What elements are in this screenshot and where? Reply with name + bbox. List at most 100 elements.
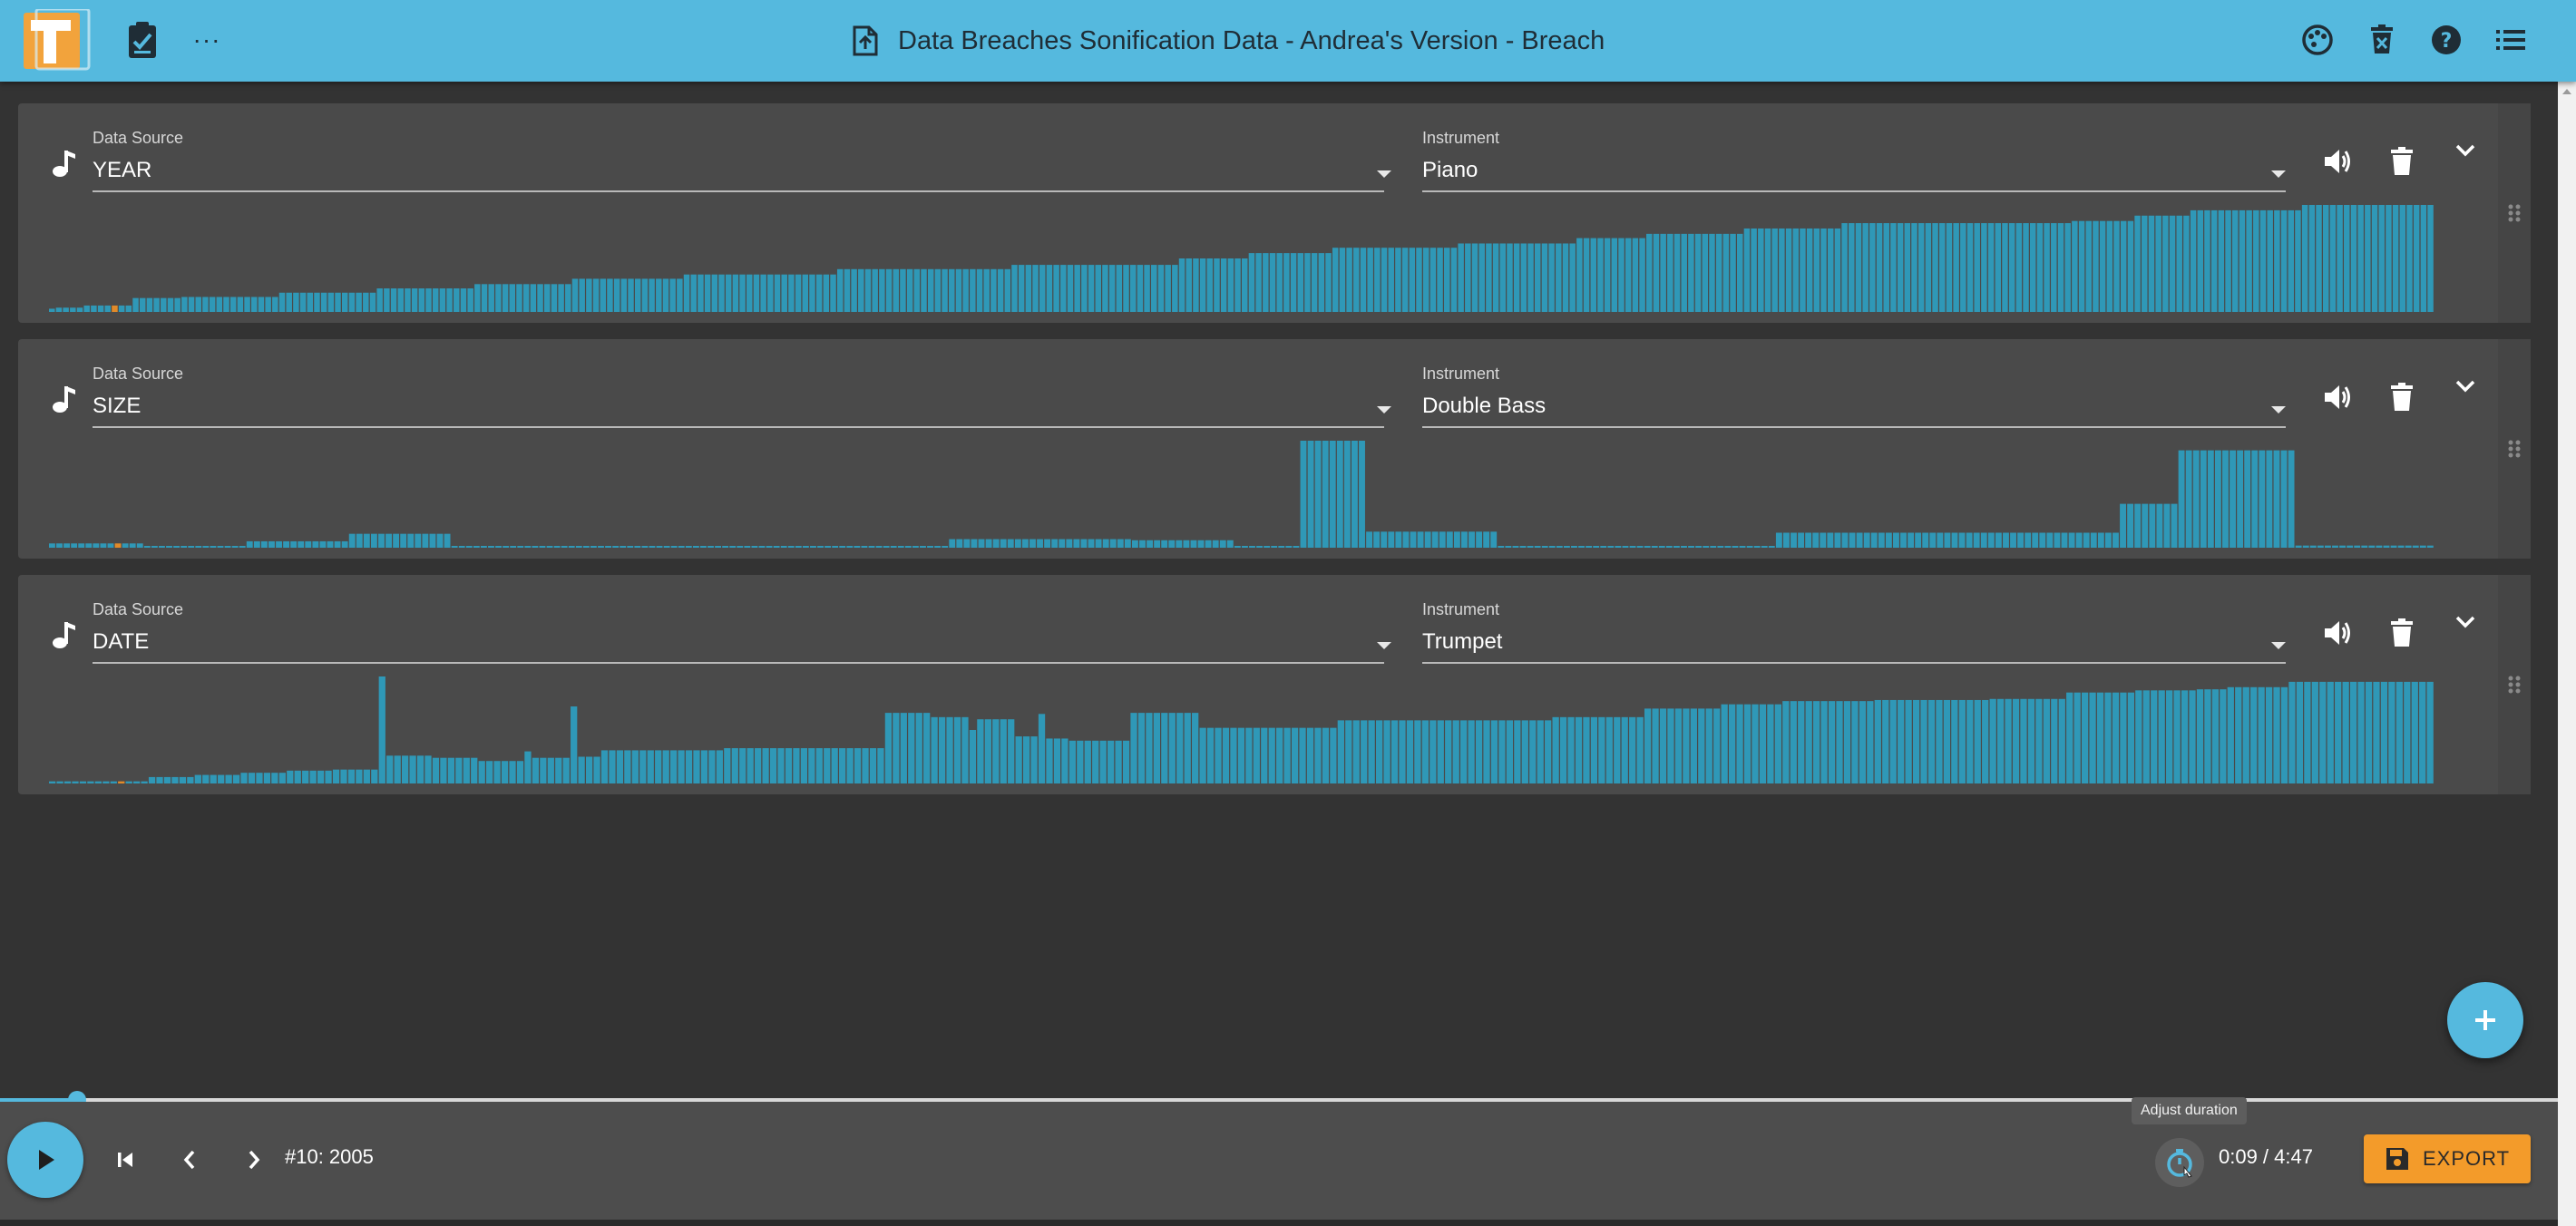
previous-row-button[interactable] [168,1138,211,1182]
delete-track-icon[interactable] [2380,140,2424,183]
chart-bar [363,533,370,548]
delete-track-icon[interactable] [2380,375,2424,419]
drag-handle[interactable] [2498,575,2531,794]
chart-bar [1268,727,1275,783]
chart-bar [2163,503,2171,548]
chart-bar [2395,681,2403,783]
chart-bar [1366,531,1373,548]
chart-bar [2324,545,2331,548]
chart-bar [613,278,620,312]
chart-bar [2357,681,2365,783]
chart-bar [1908,532,1915,548]
chart-bar [1636,716,1644,783]
chart-bar [641,278,649,312]
chart-bar [1044,539,1051,548]
current-bar [118,781,125,783]
chart-bar [1025,265,1032,312]
chart-bar [1197,540,1205,548]
volume-icon[interactable] [2317,375,2360,419]
delete-track-icon[interactable] [2380,611,2424,655]
chart-bar [1758,228,1764,312]
chart-bar [188,546,195,548]
chart-bar [578,756,585,783]
chart-bar [1537,720,1544,783]
edit-document-icon[interactable] [118,15,169,65]
chart-bar [683,274,690,312]
chart-bar [1571,546,1577,548]
chart-bar [1598,716,1605,783]
chart-bar [436,533,444,548]
chart-bar [600,750,609,783]
volume-icon[interactable] [2317,611,2360,655]
volume-icon[interactable] [2317,140,2360,183]
app-logo[interactable] [24,7,93,73]
vertical-scrollbar[interactable] [2558,82,2576,1226]
upload-file-icon [853,25,878,56]
chart-bar [341,292,348,312]
chart-bar [1912,699,1920,783]
chart-bar [1905,699,1912,783]
chart-bar [2015,223,2023,312]
chart-bar [409,755,416,783]
export-button[interactable]: EXPORT [2364,1134,2531,1183]
list-icon[interactable] [2485,15,2536,65]
chart-bar [1667,233,1673,312]
next-row-button[interactable] [232,1138,276,1182]
chart-bar [762,748,769,783]
chart-bar [1651,546,1658,548]
chart-bar [725,274,732,312]
help-icon[interactable]: ? [2421,15,2472,65]
chart-bar [1080,539,1088,548]
more-icon[interactable]: ··· [181,15,232,65]
delete-dataset-icon[interactable] [2356,15,2407,65]
chart-bar [1234,258,1241,312]
drag-handle[interactable] [2498,103,2531,323]
chart-bar [1199,258,1206,312]
chart-bar [1190,540,1197,548]
chart-bar [2371,205,2378,312]
chart-bar [2156,503,2163,548]
track-chart-year [49,205,2434,312]
chart-bar [2218,209,2225,312]
drag-handle[interactable] [2498,339,2531,559]
add-track-button[interactable] [2447,982,2523,1058]
chart-bar [1278,546,1285,548]
skip-to-start-button[interactable] [103,1138,147,1182]
chart-bar [2246,209,2252,312]
palette-icon[interactable] [2292,15,2343,65]
chart-bar [1629,546,1636,548]
expand-icon[interactable] [2444,600,2487,644]
chart-bar [458,546,465,548]
chart-bar [1673,546,1680,548]
chart-bar [912,546,919,548]
chart-bar [571,706,578,783]
chart-bar [586,278,592,312]
playback-time: 0:09 / 4:47 [2219,1145,2313,1168]
scroll-up-arrow-icon[interactable] [2562,89,2571,94]
chart-bar [2054,532,2061,548]
expand-icon[interactable] [2444,129,2487,172]
chart-bar [1813,228,1820,312]
chart-bar [532,546,539,548]
chart-bar [347,769,356,783]
chart-bar [463,757,470,783]
chart-bar [708,750,716,783]
chart-bar [1583,238,1590,312]
chart-bar [2127,220,2134,312]
chart-bar [286,292,292,312]
chart-bar [1437,248,1443,312]
chart-bar [1193,258,1199,312]
expand-icon[interactable] [2444,365,2487,408]
chart-bar [2280,450,2288,548]
chart-bar [1469,531,1475,548]
adjust-duration-button[interactable] [2155,1138,2204,1187]
chart-bar [777,748,785,783]
chart-bar [210,546,217,548]
chart-bar [722,546,729,548]
play-button[interactable] [7,1122,83,1198]
chart-bar [1705,708,1712,783]
chart-bar [104,305,112,312]
chart-bar [1590,238,1596,312]
chart-bar [1939,223,1946,312]
chart-bar [931,716,938,783]
